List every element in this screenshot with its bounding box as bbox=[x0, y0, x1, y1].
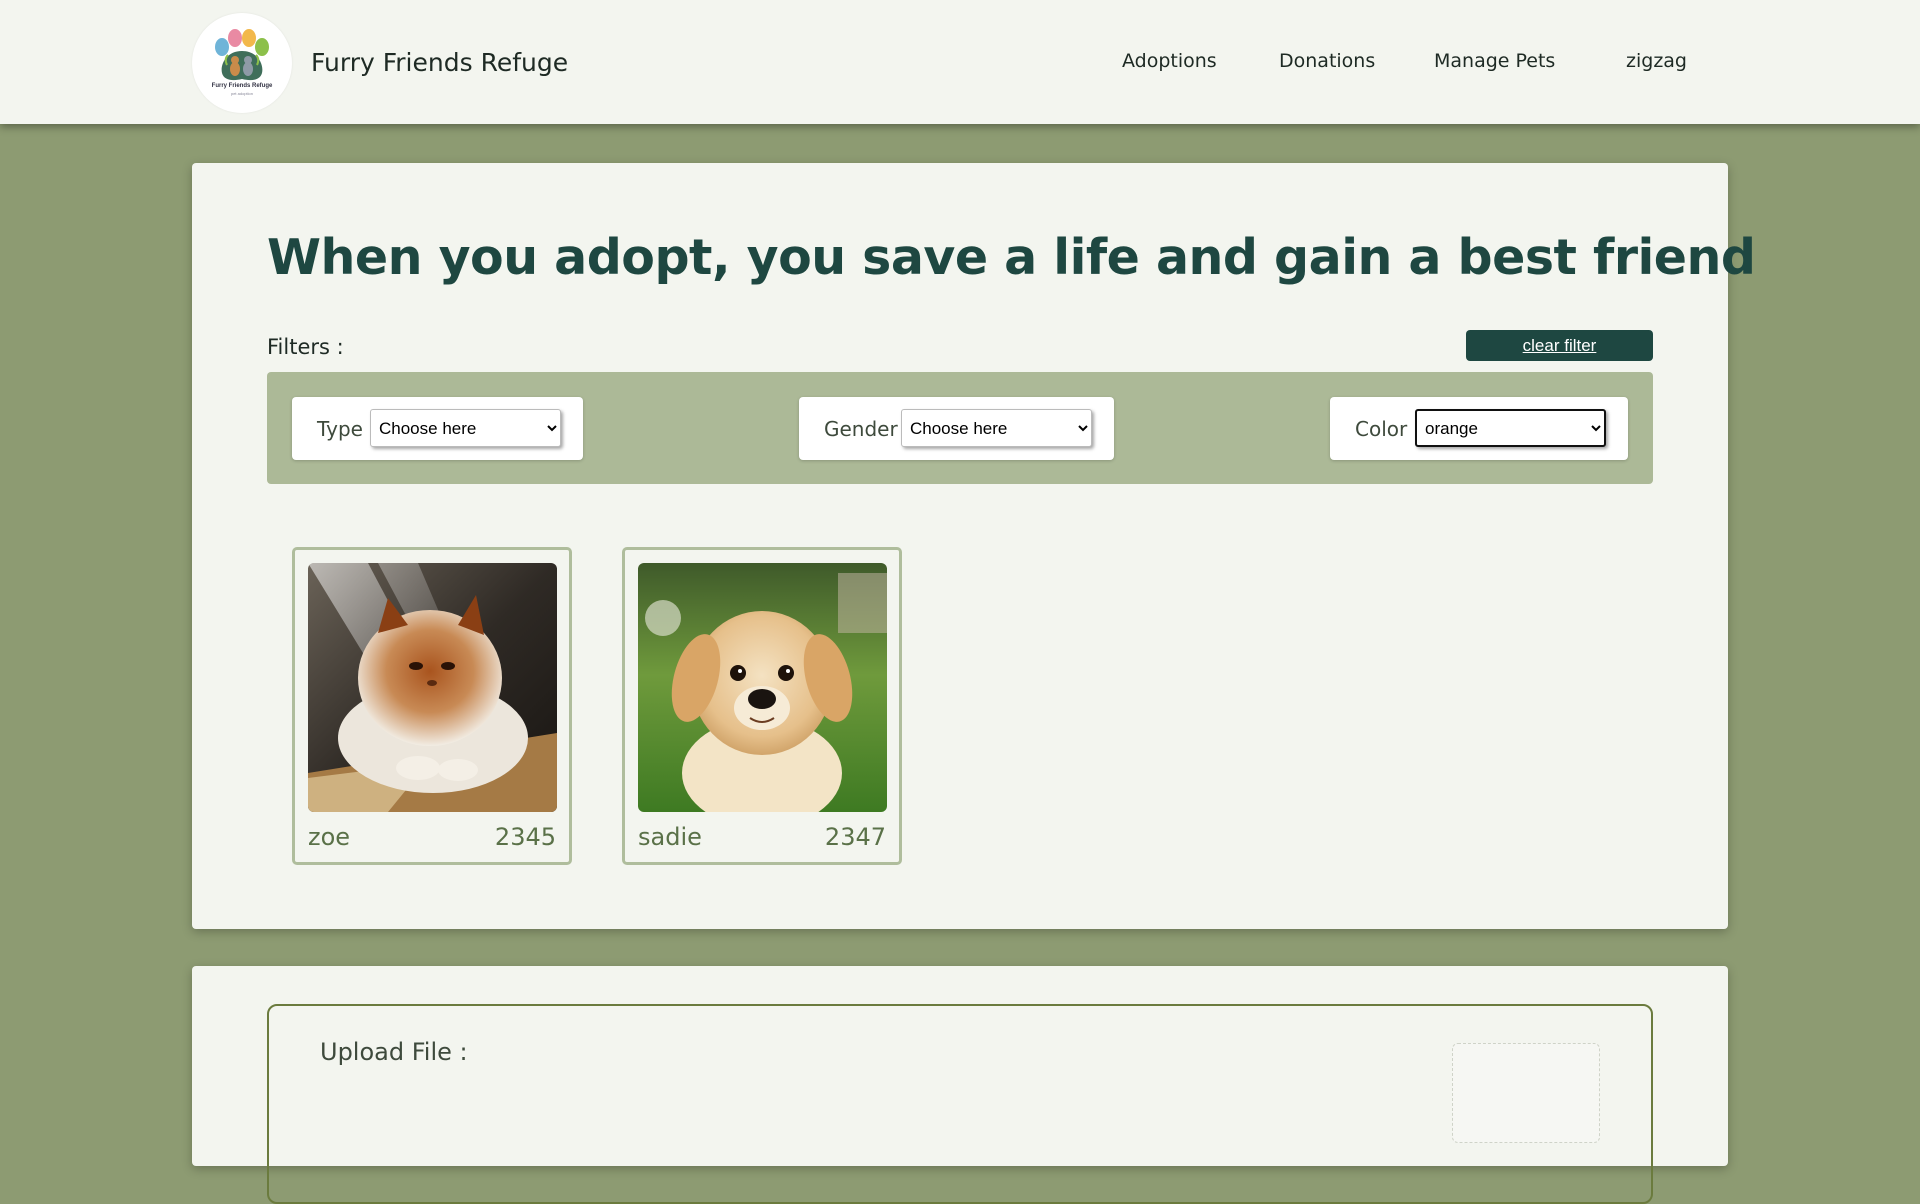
nav-donations[interactable]: Donations bbox=[1279, 50, 1375, 72]
page-title: When you adopt, you save a life and gain… bbox=[267, 229, 1756, 286]
site-header: Furry Friends Refuge pet adoption Furry … bbox=[0, 0, 1920, 124]
gender-filter: Gender Choose here bbox=[799, 397, 1114, 460]
upload-file-label: Upload File : bbox=[320, 1038, 468, 1066]
color-select[interactable]: orange bbox=[1415, 409, 1606, 447]
file-drop-zone[interactable] bbox=[1452, 1043, 1600, 1143]
nav-adoptions[interactable]: Adoptions bbox=[1122, 50, 1217, 72]
adoption-card: When you adopt, you save a life and gain… bbox=[192, 163, 1756, 929]
type-select[interactable]: Choose here bbox=[370, 409, 561, 447]
color-filter: Color orange bbox=[1330, 397, 1628, 460]
upload-card: Upload File : bbox=[192, 966, 1728, 1204]
golden-retriever-puppy-image bbox=[638, 563, 887, 812]
clear-filter-button[interactable]: clear filter bbox=[1466, 330, 1653, 361]
type-filter: Type Choose here bbox=[292, 397, 583, 460]
color-filter-label: Color bbox=[1355, 417, 1408, 441]
type-filter-label: Type bbox=[317, 417, 363, 441]
gender-select[interactable]: Choose here bbox=[901, 409, 1092, 447]
logo-subcaption: pet adoption bbox=[230, 91, 254, 96]
filter-bar: Type Choose here Gender Choose here Colo… bbox=[267, 372, 1653, 484]
pet-name: zoe bbox=[308, 823, 351, 851]
upload-frame: Upload File : bbox=[267, 1004, 1653, 1204]
nav-user-account[interactable]: zigzag bbox=[1626, 50, 1687, 72]
pet-id: 2345 bbox=[494, 823, 556, 851]
main-nav: Adoptions Donations Manage Pets zigzag bbox=[0, 50, 1920, 80]
pet-photo-dog bbox=[638, 563, 887, 812]
pet-id: 2347 bbox=[824, 823, 886, 851]
pet-name: sadie bbox=[638, 823, 702, 851]
persian-cat-image bbox=[308, 563, 557, 812]
pet-card[interactable]: sadie 2347 bbox=[622, 547, 902, 865]
pet-card[interactable]: zoe 2345 bbox=[292, 547, 572, 865]
filters-label: Filters : bbox=[267, 335, 344, 359]
logo-caption: Furry Friends Refuge bbox=[211, 83, 273, 89]
nav-manage-pets[interactable]: Manage Pets bbox=[1434, 50, 1555, 72]
gender-filter-label: Gender bbox=[824, 417, 898, 441]
pet-photo-cat bbox=[308, 563, 557, 812]
